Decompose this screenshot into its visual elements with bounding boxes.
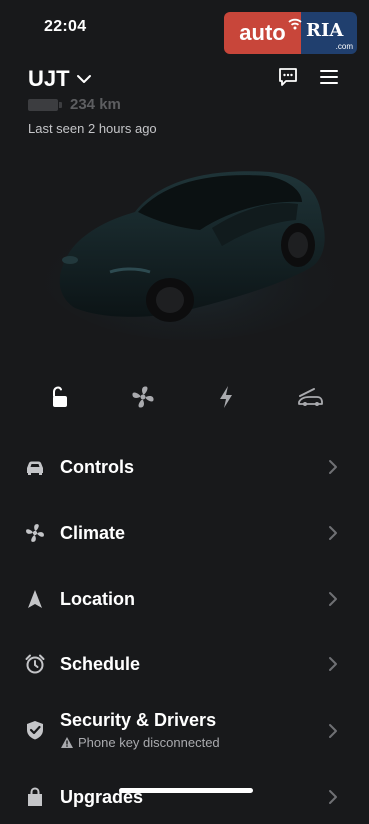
car-icon bbox=[27, 461, 43, 475]
menu-item-controls[interactable]: Controls bbox=[0, 444, 369, 494]
chevron-right-icon bbox=[329, 526, 337, 540]
fan-icon bbox=[26, 524, 44, 542]
charge-button[interactable] bbox=[211, 382, 241, 412]
bag-icon bbox=[28, 787, 42, 806]
wifi-icon bbox=[288, 18, 302, 30]
menu-item-label: Location bbox=[60, 589, 135, 609]
menu-item-sublabel: Phone key disconnected bbox=[60, 735, 220, 750]
menu-item-upgrades[interactable]: Upgrades bbox=[0, 774, 369, 824]
menu-item-schedule[interactable]: Schedule bbox=[0, 641, 369, 691]
menu-item-label: Climate bbox=[60, 523, 126, 543]
status-time: 22:04 bbox=[44, 18, 87, 35]
chevron-right-icon bbox=[329, 724, 337, 738]
menu-item-climate[interactable]: Climate bbox=[0, 510, 369, 560]
fan-icon bbox=[132, 386, 154, 408]
menu-item-label: Controls bbox=[60, 457, 134, 477]
chevron-right-icon bbox=[329, 657, 337, 671]
warning-icon bbox=[61, 737, 73, 748]
hamburger-menu-icon[interactable] bbox=[318, 66, 340, 88]
unlock-button[interactable] bbox=[44, 382, 74, 412]
chevron-down-icon bbox=[76, 75, 91, 83]
climate-quick-button[interactable] bbox=[128, 382, 158, 412]
message-icon[interactable] bbox=[277, 66, 299, 88]
lightning-icon bbox=[220, 386, 232, 408]
chevron-right-icon bbox=[329, 592, 337, 606]
car-name-selector[interactable]: UJT bbox=[28, 66, 92, 92]
range-value: 234 km bbox=[70, 96, 121, 113]
chevron-right-icon bbox=[329, 790, 337, 804]
menu-item-location[interactable]: Location bbox=[0, 576, 369, 626]
battery-status: 234 km bbox=[28, 96, 121, 113]
car-image bbox=[40, 171, 340, 340]
unlock-icon bbox=[53, 386, 67, 407]
menu-item-label: Schedule bbox=[60, 654, 141, 674]
frunk-icon bbox=[298, 388, 323, 406]
alarm-clock-icon bbox=[25, 654, 45, 674]
menu-item-label: Security & Drivers bbox=[60, 710, 217, 730]
battery-icon bbox=[28, 98, 58, 111]
location-arrow-icon bbox=[28, 590, 42, 608]
menu-item-security-drivers[interactable]: Security & Drivers Phone key disconnecte… bbox=[0, 697, 369, 763]
home-indicator[interactable] bbox=[119, 788, 253, 793]
shield-check-icon bbox=[27, 721, 43, 740]
car-name: UJT bbox=[28, 66, 70, 91]
watermark-ria-text: RIA bbox=[306, 20, 344, 41]
sublabel-text: Phone key disconnected bbox=[78, 735, 220, 750]
watermark-domain-text: .com bbox=[335, 42, 353, 51]
last-seen-text: Last seen 2 hours ago bbox=[28, 121, 157, 136]
frunk-button[interactable] bbox=[295, 382, 325, 412]
watermark-ria-block: RIA .com bbox=[301, 12, 357, 54]
chevron-right-icon bbox=[329, 460, 337, 474]
